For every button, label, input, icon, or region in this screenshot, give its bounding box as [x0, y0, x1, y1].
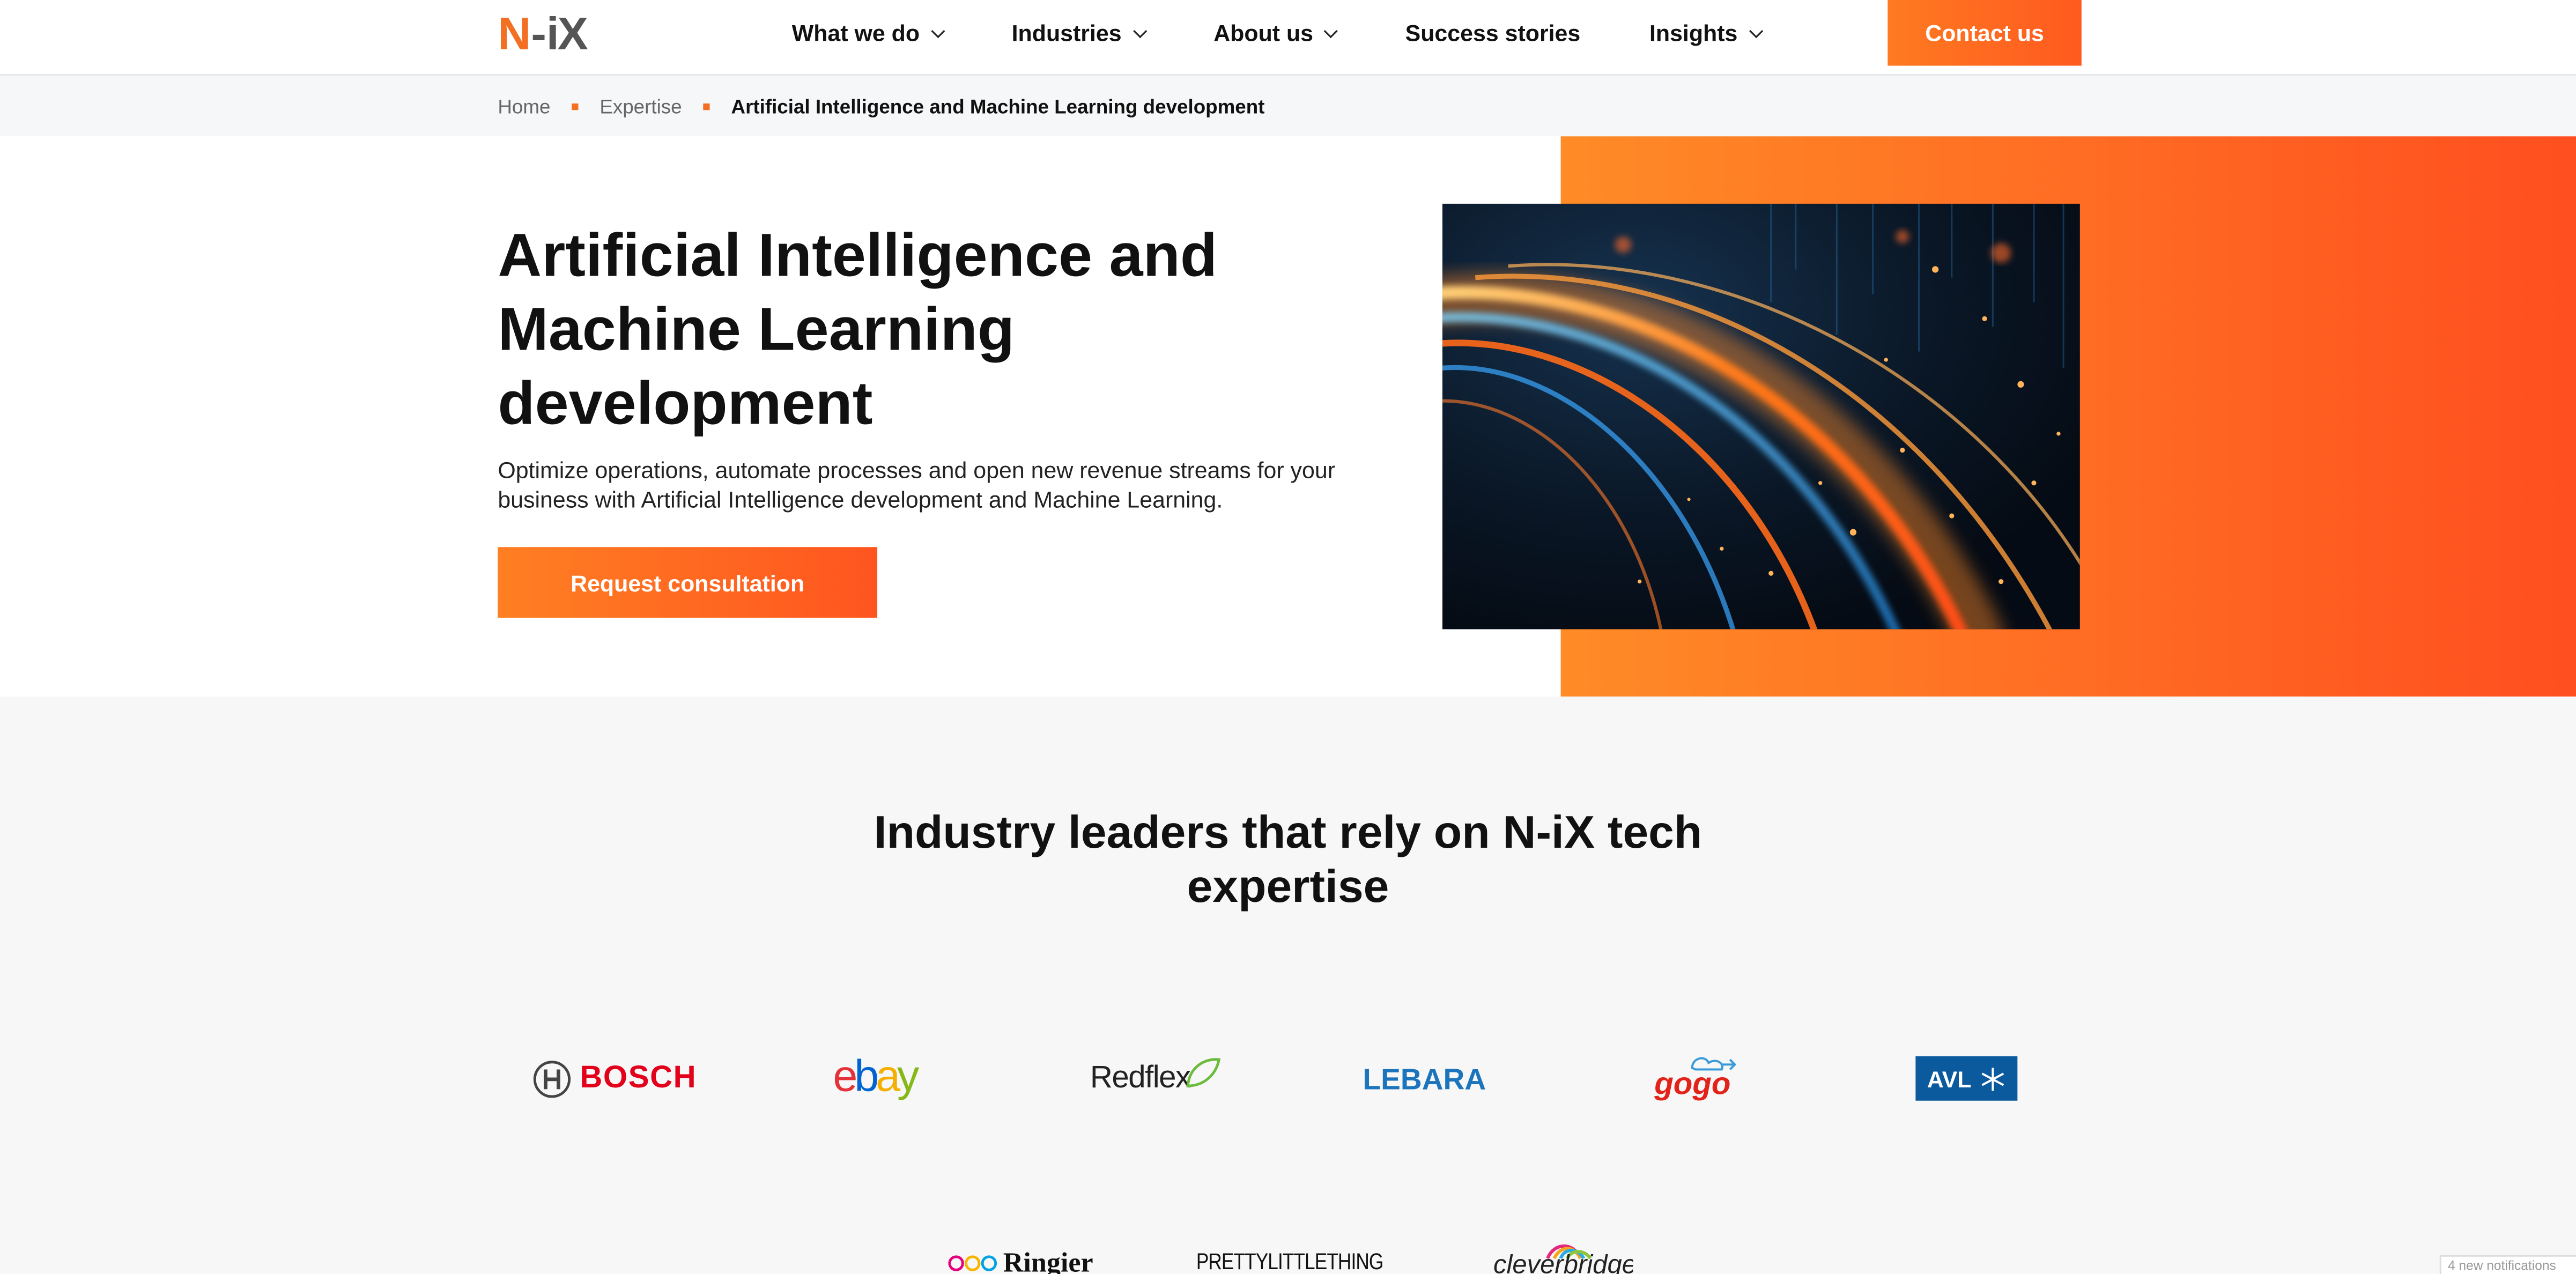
bosch-wordmark: BOSCH — [580, 1061, 697, 1096]
nav-what-we-do[interactable]: What we do — [791, 19, 945, 46]
chevron-down-icon — [1132, 23, 1147, 38]
bosch-armature-icon — [533, 1061, 571, 1098]
nav-label: What we do — [791, 19, 920, 46]
contact-us-button[interactable]: Contact us — [1887, 0, 2082, 66]
avl-snowflake-icon — [1981, 1066, 2004, 1090]
breadcrumb: Home Expertise Artificial Intelligence a… — [498, 76, 1264, 136]
chevron-down-icon — [1749, 23, 1763, 38]
title-line: development — [498, 369, 873, 437]
breadcrumb-expertise[interactable]: Expertise — [599, 94, 682, 117]
redflex-wordmark: Redflex — [1090, 1061, 1191, 1096]
nav-label: Success stories — [1405, 19, 1581, 46]
logo-n: N — [498, 8, 531, 60]
ringier-circles-icon — [948, 1255, 996, 1271]
stage: N - iX What we do Industries About us Succ… — [0, 0, 2576, 1274]
breadcrumb-separator — [703, 102, 710, 109]
breadcrumb-separator — [572, 102, 579, 109]
clients-title-line: Industry leaders that rely on N-iX tech — [874, 806, 1702, 858]
avl-logo: AVL — [1915, 1056, 2018, 1101]
nav-success-stories[interactable]: Success stories — [1405, 20, 1581, 46]
request-consultation-button[interactable]: Request consultation — [498, 547, 878, 618]
svg-text:ebay: ebay — [833, 1051, 920, 1101]
main-nav: What we do Industries About us Success s… — [792, 0, 1830, 66]
ebay-letter: e — [833, 1051, 856, 1101]
gogo-wordmark: gogo — [1654, 1068, 1731, 1102]
hero-description: Optimize operations, automate processes … — [498, 456, 1336, 513]
ebay-logo: ebay — [830, 1047, 938, 1109]
cleverbridge-wordmark: cleverbridge — [1493, 1251, 1633, 1274]
ringier-logo: Ringier — [943, 1242, 1098, 1274]
logo-ix: iX — [546, 8, 588, 60]
chevron-down-icon — [930, 23, 945, 38]
clients-title-line: expertise — [1187, 861, 1389, 912]
breadcrumb-home[interactable]: Home — [498, 94, 550, 117]
page-title: Artificial Intelligence and Machine Lear… — [498, 218, 1418, 440]
clients-section: Industry leaders that rely on N-iX tech … — [0, 697, 2576, 1274]
hero-section: Artificial Intelligence and Machine Lear… — [0, 136, 2576, 697]
ebay-wordmark: ebay — [833, 1051, 923, 1101]
ebay-letter: b — [854, 1051, 877, 1101]
site-header: N - iX What we do Industries About us Succ… — [0, 0, 2576, 76]
hero-image — [1442, 203, 2080, 629]
notification-indicator[interactable]: 4 new notifications — [2439, 1255, 2576, 1274]
ringier-wordmark: Ringier — [1003, 1247, 1093, 1274]
breadcrumb-bar: Home Expertise Artificial Intelligence a… — [0, 75, 2576, 137]
breadcrumb-current: Artificial Intelligence and Machine Lear… — [731, 94, 1265, 118]
lebara-logo: LEBARA — [1363, 1058, 1486, 1101]
nix-logo[interactable]: N - iX — [498, 8, 588, 60]
cleverbridge-logo: cleverbridge — [1489, 1239, 1633, 1274]
nav-label: About us — [1213, 19, 1314, 46]
bosch-logo: BOSCH — [529, 1056, 700, 1102]
prettylittlething-logo: PRETTYLITTLETHING — [1196, 1248, 1383, 1274]
nav-label: Insights — [1649, 19, 1738, 46]
nav-label: Industries — [1011, 19, 1122, 46]
nav-industries[interactable]: Industries — [1011, 19, 1147, 46]
redflex-leaf-icon — [1187, 1058, 1222, 1087]
logo-dash: - — [531, 8, 546, 60]
nav-insights[interactable]: Insights — [1649, 19, 1763, 46]
clients-title: Industry leaders that rely on N-iX tech … — [795, 805, 1781, 913]
page: N - iX What we do Industries About us Succ… — [0, 0, 2576, 1274]
ebay-letter: y — [897, 1051, 920, 1101]
data-streams-illustration — [1442, 203, 2080, 629]
title-line: Artificial Intelligence and — [498, 221, 1218, 290]
title-line: Machine Learning — [498, 295, 1015, 364]
plt-wordmark: PRETTYLITTLETHING — [1196, 1251, 1383, 1274]
chevron-down-icon — [1324, 23, 1338, 38]
redflex-logo: Redflex — [1081, 1051, 1232, 1107]
nav-about-us[interactable]: About us — [1213, 19, 1338, 46]
gogo-logo: gogo — [1649, 1045, 1742, 1111]
avl-wordmark: AVL — [1927, 1065, 1972, 1092]
lebara-wordmark: LEBARA — [1363, 1062, 1486, 1095]
